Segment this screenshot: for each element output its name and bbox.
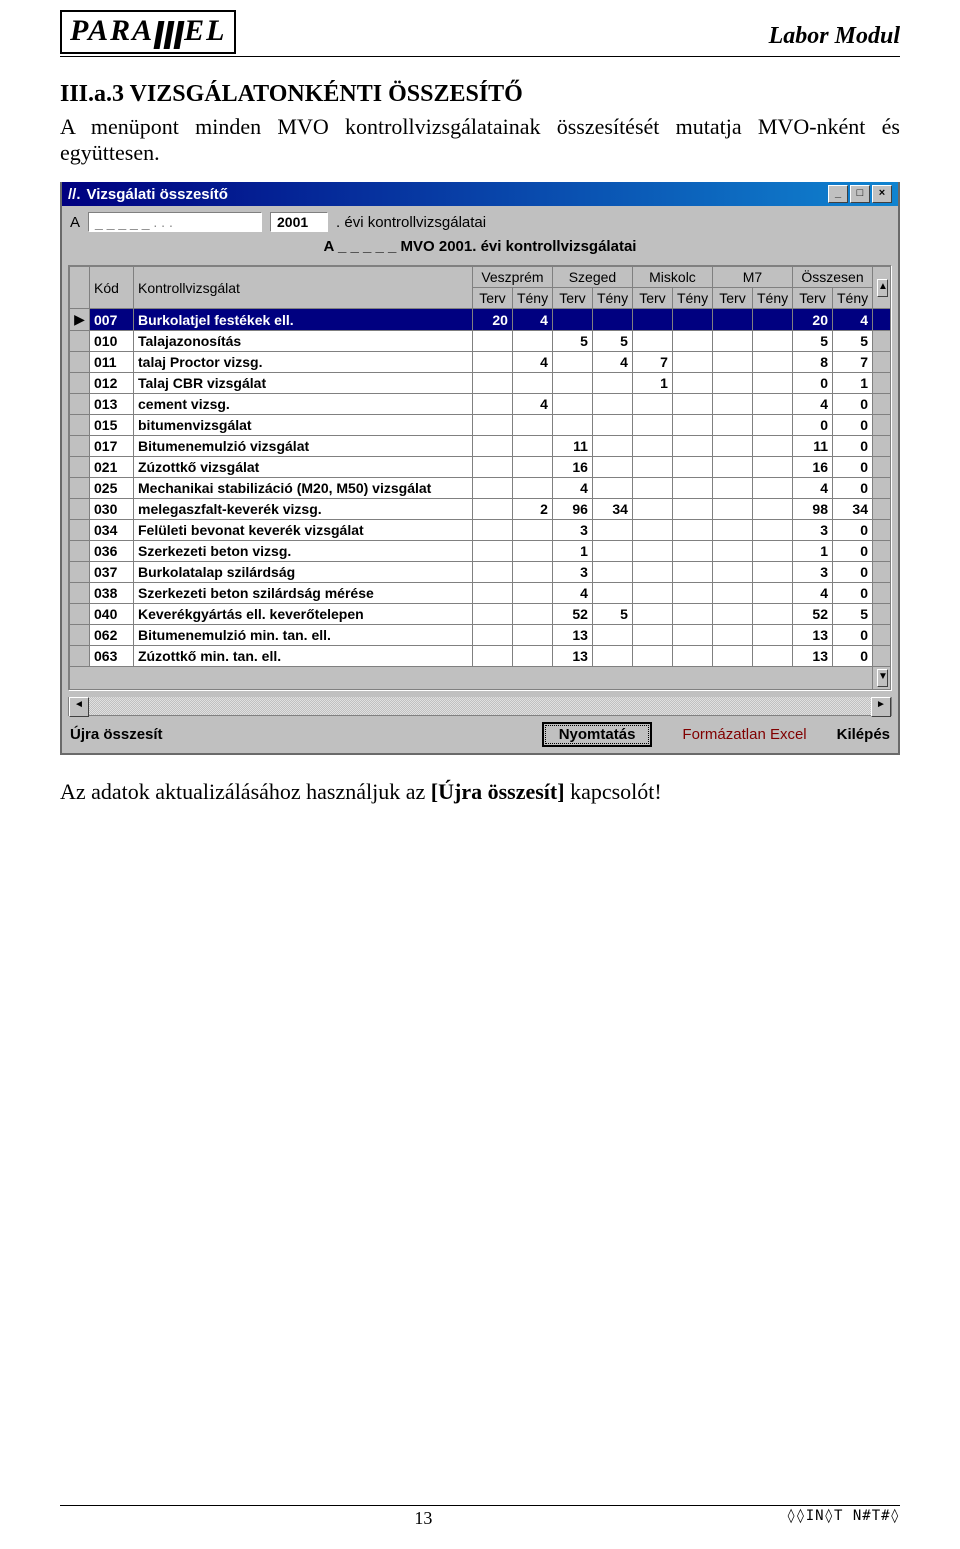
col-terv[interactable]: Terv [632, 288, 672, 309]
scroll-left-icon[interactable]: ◄ [69, 697, 89, 717]
col-terv[interactable]: Terv [712, 288, 752, 309]
table-row[interactable]: 040Keverékgyártás ell. keverőtelepen5255… [70, 604, 891, 625]
minimize-button[interactable]: _ [828, 185, 848, 203]
close-button[interactable]: × [872, 185, 892, 203]
table-row[interactable]: 010Talajazonosítás5555 [70, 331, 891, 352]
col-osszesen[interactable]: Összesen [793, 267, 873, 288]
table-row[interactable]: 015bitumenvizsgálat00 [70, 415, 891, 436]
logo-bars-icon [154, 16, 184, 50]
data-grid[interactable]: Kód Kontrollvizsgálat Veszprém Szeged Mi… [68, 265, 892, 691]
year-suffix: . évi kontrollvizsgálatai [336, 214, 486, 231]
table-row[interactable]: 021Zúzottkő vizsgálat16160 [70, 457, 891, 478]
ujra-osszesit-button[interactable]: Újra összesít [70, 726, 163, 743]
page-number: 13 [414, 1508, 432, 1529]
table-row[interactable]: 034Felületi bevonat keverék vizsgálat330 [70, 520, 891, 541]
scroll-right-icon[interactable]: ► [871, 697, 891, 717]
app-icon: //. [68, 186, 81, 203]
grid-subtitle: A _ _ _ _ _ MVO 2001. évi kontrollvizsgá… [62, 238, 898, 261]
section-body: A menüpont minden MVO kontrollvizsgálata… [60, 114, 900, 166]
logo: PARA EL [60, 10, 236, 54]
logo-text-right: EL [184, 14, 226, 47]
page-header: PARA EL Labor Modul [60, 10, 900, 57]
statusbar: Újra összesít Nyomtatás Formázatlan Exce… [62, 716, 898, 753]
page-footer: 13 ◊◊IN◊T N#T#◊ [60, 1505, 900, 1529]
table-row[interactable]: ▶007Burkolatjel festékek ell.204204 [70, 309, 891, 331]
table-row[interactable]: 017Bitumenemulzió vizsgálat11110 [70, 436, 891, 457]
table-row[interactable]: 036Szerkezeti beton vizsg.110 [70, 541, 891, 562]
excel-button[interactable]: Formázatlan Excel [682, 726, 806, 743]
col-kontroll[interactable]: Kontrollvizsgálat [134, 267, 473, 309]
col-terv[interactable]: Terv [793, 288, 833, 309]
table-row[interactable]: 025Mechanikai stabilizáció (M20, M50) vi… [70, 478, 891, 499]
table-row[interactable]: 012Talaj CBR vizsgálat101 [70, 373, 891, 394]
section-heading: III.a.3 VIZSGÁLATONKÉNTI ÖSSZESÍTŐ [60, 81, 900, 108]
col-kod[interactable]: Kód [90, 267, 134, 309]
col-m7[interactable]: M7 [712, 267, 792, 288]
table-row[interactable]: 013cement vizsg.440 [70, 394, 891, 415]
app-window: //. Vizsgálati összesítő _ □ × A _ _ _ _… [60, 182, 900, 755]
window-title: Vizsgálati összesítő [87, 186, 228, 203]
col-miskolc[interactable]: Miskolc [632, 267, 712, 288]
logo-text-left: PARA [70, 14, 154, 47]
footer-code: ◊◊IN◊T N#T#◊ [787, 1508, 900, 1529]
col-veszprem[interactable]: Veszprém [472, 267, 552, 288]
table-row[interactable]: 011talaj Proctor vizsg.44787 [70, 352, 891, 373]
org-label: A [70, 214, 80, 231]
col-teny[interactable]: Tény [672, 288, 712, 309]
filter-bar: A _ _ _ _ _ . . . 2001 . évi kontrollviz… [62, 206, 898, 238]
col-teny[interactable]: Tény [752, 288, 792, 309]
grid-header: Kód Kontrollvizsgálat Veszprém Szeged Mi… [70, 267, 891, 309]
scroll-up-icon[interactable]: ▲ [877, 279, 888, 297]
titlebar: //. Vizsgálati összesítő _ □ × [62, 182, 898, 206]
col-terv[interactable]: Terv [552, 288, 592, 309]
scroll-down-icon[interactable]: ▼ [877, 669, 888, 687]
maximize-button[interactable]: □ [850, 185, 870, 203]
table-row[interactable]: 030melegaszfalt-keverék vizsg.296349834 [70, 499, 891, 520]
org-field[interactable]: _ _ _ _ _ . . . [88, 212, 262, 232]
col-teny[interactable]: Tény [512, 288, 552, 309]
tail-paragraph: Az adatok aktualizálásához használjuk az… [60, 779, 900, 805]
table-row[interactable]: 063Zúzottkő min. tan. ell.13130 [70, 646, 891, 667]
exit-button[interactable]: Kilépés [837, 726, 890, 743]
horizontal-scrollbar[interactable]: ◄ ► [68, 697, 892, 716]
table-row[interactable]: 037Burkolatalap szilárdság330 [70, 562, 891, 583]
col-terv[interactable]: Terv [472, 288, 512, 309]
table-row[interactable]: 038Szerkezeti beton szilárdság mérése440 [70, 583, 891, 604]
document-title: Labor Modul [769, 23, 900, 54]
print-button[interactable]: Nyomtatás [542, 722, 653, 747]
col-teny[interactable]: Tény [592, 288, 632, 309]
col-teny[interactable]: Tény [833, 288, 873, 309]
col-szeged[interactable]: Szeged [552, 267, 632, 288]
table-row[interactable]: 062Bitumenemulzió min. tan. ell.13130 [70, 625, 891, 646]
year-field[interactable]: 2001 [270, 212, 328, 232]
